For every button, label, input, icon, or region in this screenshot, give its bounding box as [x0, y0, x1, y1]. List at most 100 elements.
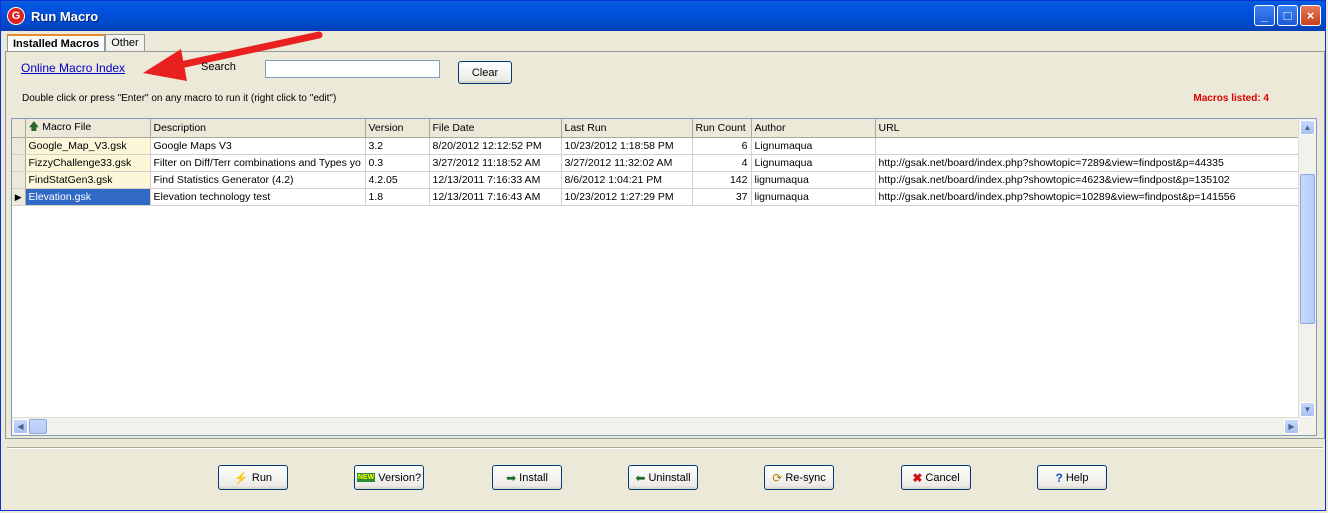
- lightning-icon: ⚡: [233, 470, 249, 485]
- cell-file-date[interactable]: 12/13/2011 7:16:33 AM: [429, 171, 562, 189]
- cell-file-date[interactable]: 3/27/2012 11:18:52 AM: [429, 154, 562, 172]
- cell-description[interactable]: Elevation technology test: [150, 188, 366, 206]
- table-row[interactable]: FizzyChallenge33.gsk Filter on Diff/Terr…: [12, 154, 1299, 172]
- cell-version[interactable]: 4.2.05: [365, 171, 430, 189]
- horizontal-scrollbar[interactable]: ◀ ▶: [12, 417, 1300, 435]
- online-macro-index-link[interactable]: Online Macro Index: [21, 61, 125, 75]
- vertical-scrollbar[interactable]: ▲ ▼: [1298, 119, 1316, 435]
- sort-up-arrow-icon: 🡅: [28, 121, 40, 133]
- x-mark-icon: ✖: [912, 470, 923, 485]
- cell-macro-file[interactable]: FizzyChallenge33.gsk: [25, 154, 151, 172]
- cell-run-count[interactable]: 37: [692, 188, 752, 206]
- column-header-description[interactable]: Description: [150, 119, 366, 138]
- cell-version[interactable]: 3.2: [365, 137, 430, 155]
- cell-macro-file[interactable]: Google_Map_V3.gsk: [25, 137, 151, 155]
- column-header-author[interactable]: Author: [751, 119, 876, 138]
- tab-installed-macros[interactable]: Installed Macros: [7, 34, 106, 52]
- column-header-file-date[interactable]: File Date: [429, 119, 562, 138]
- horizontal-scroll-thumb[interactable]: [29, 419, 47, 434]
- cell-description[interactable]: Filter on Diff/Terr combinations and Typ…: [150, 154, 366, 172]
- search-input[interactable]: [265, 60, 440, 78]
- uninstall-button-label: Uninstall: [648, 471, 691, 484]
- column-header-version[interactable]: Version: [365, 119, 430, 138]
- cell-macro-file[interactable]: FindStatGen3.gsk: [25, 171, 151, 189]
- column-header-last-run[interactable]: Last Run: [561, 119, 693, 138]
- cell-description[interactable]: Find Statistics Generator (4.2): [150, 171, 366, 189]
- refresh-icon: ⟳: [772, 470, 783, 485]
- window-title: Run Macro: [31, 8, 99, 24]
- cell-url[interactable]: http://gsak.net/board/index.php?showtopi…: [875, 188, 1299, 206]
- minimize-button[interactable]: _: [1254, 5, 1275, 26]
- help-button[interactable]: ? Help: [1037, 465, 1107, 490]
- run-button-label: Run: [251, 471, 273, 484]
- cell-last-run[interactable]: 3/27/2012 11:32:02 AM: [561, 154, 693, 172]
- current-row-pointer-icon: ▶: [12, 188, 26, 206]
- table-row[interactable]: FindStatGen3.gsk Find Statistics Generat…: [12, 171, 1299, 189]
- cell-author[interactable]: lignumaqua: [751, 171, 876, 189]
- cell-macro-file[interactable]: Elevation.gsk: [25, 188, 151, 206]
- cell-last-run[interactable]: 8/6/2012 1:04:21 PM: [561, 171, 693, 189]
- cell-file-date[interactable]: 8/20/2012 12:12:52 PM: [429, 137, 562, 155]
- cell-file-date[interactable]: 12/13/2011 7:16:43 AM: [429, 188, 562, 206]
- search-label: Search: [201, 61, 236, 73]
- cell-run-count[interactable]: 6: [692, 137, 752, 155]
- table-row-selected[interactable]: ▶ Elevation.gsk Elevation technology tes…: [12, 188, 1299, 206]
- new-badge-icon: NEW: [356, 473, 376, 482]
- install-button[interactable]: ➡ Install: [492, 465, 562, 490]
- scroll-left-icon[interactable]: ◀: [13, 419, 28, 434]
- cell-version[interactable]: 1.8: [365, 188, 430, 206]
- scroll-right-icon[interactable]: ▶: [1284, 419, 1299, 434]
- macros-listed-count: Macros listed: 4: [1193, 93, 1269, 104]
- cell-last-run[interactable]: 10/23/2012 1:18:58 PM: [561, 137, 693, 155]
- column-header-label: Macro File: [42, 121, 92, 133]
- cell-run-count[interactable]: 142: [692, 171, 752, 189]
- scroll-down-icon[interactable]: ▼: [1300, 402, 1315, 417]
- cell-last-run[interactable]: 10/23/2012 1:27:29 PM: [561, 188, 693, 206]
- maximize-button[interactable]: □: [1277, 5, 1298, 26]
- tab-other[interactable]: Other: [105, 34, 145, 51]
- usage-hint: Double click or press "Enter" on any mac…: [22, 93, 337, 104]
- cell-url[interactable]: http://gsak.net/board/index.php?showtopi…: [875, 171, 1299, 189]
- cell-author[interactable]: Lignumaqua: [751, 137, 876, 155]
- cell-description[interactable]: Google Maps V3: [150, 137, 366, 155]
- cell-run-count[interactable]: 4: [692, 154, 752, 172]
- question-mark-icon: ?: [1055, 470, 1063, 485]
- version-button-label: Version?: [378, 471, 422, 484]
- app-icon: G: [7, 7, 25, 25]
- arrow-left-icon: ⬅: [635, 470, 646, 485]
- cell-author[interactable]: lignumaqua: [751, 188, 876, 206]
- title-bar[interactable]: G Run Macro _ □ ×: [1, 1, 1325, 31]
- clear-button[interactable]: Clear: [458, 61, 512, 84]
- uninstall-button[interactable]: ⬅ Uninstall: [628, 465, 698, 490]
- resync-button[interactable]: ⟳ Re-sync: [764, 465, 834, 490]
- cell-author[interactable]: Lignumaqua: [751, 154, 876, 172]
- table-row[interactable]: Google_Map_V3.gsk Google Maps V3 3.2 8/2…: [12, 137, 1299, 155]
- cancel-button[interactable]: ✖ Cancel: [901, 465, 971, 490]
- cell-url[interactable]: [875, 137, 1299, 155]
- column-header-url[interactable]: URL: [875, 119, 1299, 138]
- run-button[interactable]: ⚡ Run: [218, 465, 288, 490]
- run-macro-window: G Run Macro _ □ × Installed Macros Other…: [0, 0, 1326, 511]
- window-controls: _ □ ×: [1254, 5, 1321, 26]
- table-header: 🡅 Macro File Description Version File Da…: [12, 119, 1299, 138]
- column-header-run-count[interactable]: Run Count: [692, 119, 752, 138]
- scroll-up-icon[interactable]: ▲: [1300, 120, 1315, 135]
- row-indicator: [12, 137, 26, 155]
- row-indicator: [12, 154, 26, 172]
- close-button[interactable]: ×: [1300, 5, 1321, 26]
- install-button-label: Install: [519, 471, 548, 484]
- cell-version[interactable]: 0.3: [365, 154, 430, 172]
- version-button[interactable]: NEW Version?: [354, 465, 424, 490]
- row-header-corner: [12, 119, 26, 138]
- tab-strip: Installed Macros Other: [7, 34, 145, 52]
- column-header-macro-file[interactable]: 🡅 Macro File: [25, 119, 151, 138]
- cancel-button-label: Cancel: [925, 471, 960, 484]
- row-indicator: [12, 171, 26, 189]
- cell-url[interactable]: http://gsak.net/board/index.php?showtopi…: [875, 154, 1299, 172]
- macro-table[interactable]: 🡅 Macro File Description Version File Da…: [11, 118, 1317, 436]
- help-button-label: Help: [1065, 471, 1089, 484]
- resync-button-label: Re-sync: [785, 471, 826, 484]
- bottom-separator: [7, 447, 1323, 449]
- vertical-scroll-thumb[interactable]: [1300, 174, 1315, 324]
- arrow-right-icon: ➡: [506, 470, 517, 485]
